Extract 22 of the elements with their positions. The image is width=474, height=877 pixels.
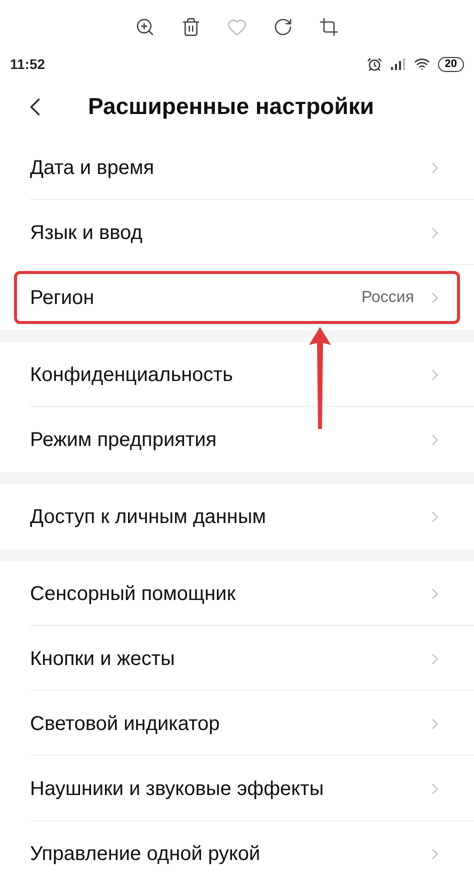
- page-title: Расширенные настройки: [88, 92, 374, 122]
- setting-label: Язык и ввод: [30, 220, 144, 246]
- setting-label: Доступ к личным данным: [30, 504, 267, 530]
- clock: 11:52: [10, 54, 46, 74]
- zoom-in-icon[interactable]: [135, 17, 155, 37]
- rotate-icon[interactable]: [273, 17, 293, 37]
- crop-icon[interactable]: [319, 17, 339, 37]
- setting-label: Регион: [30, 286, 96, 310]
- wifi-icon: [414, 56, 430, 72]
- setting-label: Дата и время: [30, 156, 156, 180]
- battery-indicator: 20: [438, 56, 464, 72]
- signal-icon: [390, 58, 406, 70]
- setting-label: Сенсорный помощник: [30, 582, 236, 606]
- setting-label: Конфиденциальность: [30, 362, 234, 388]
- setting-label: Кнопки и жесты: [30, 646, 176, 672]
- setting-label: Наушники и звуковые эффекты: [30, 776, 325, 802]
- setting-label: Режим предприятия: [30, 428, 218, 452]
- setting-label: Управление одной рукой: [30, 842, 262, 866]
- setting-label: Световой индикатор: [30, 712, 221, 736]
- delete-icon[interactable]: [181, 17, 201, 37]
- setting-value: Россия: [362, 288, 414, 308]
- alarm-icon: [366, 56, 382, 72]
